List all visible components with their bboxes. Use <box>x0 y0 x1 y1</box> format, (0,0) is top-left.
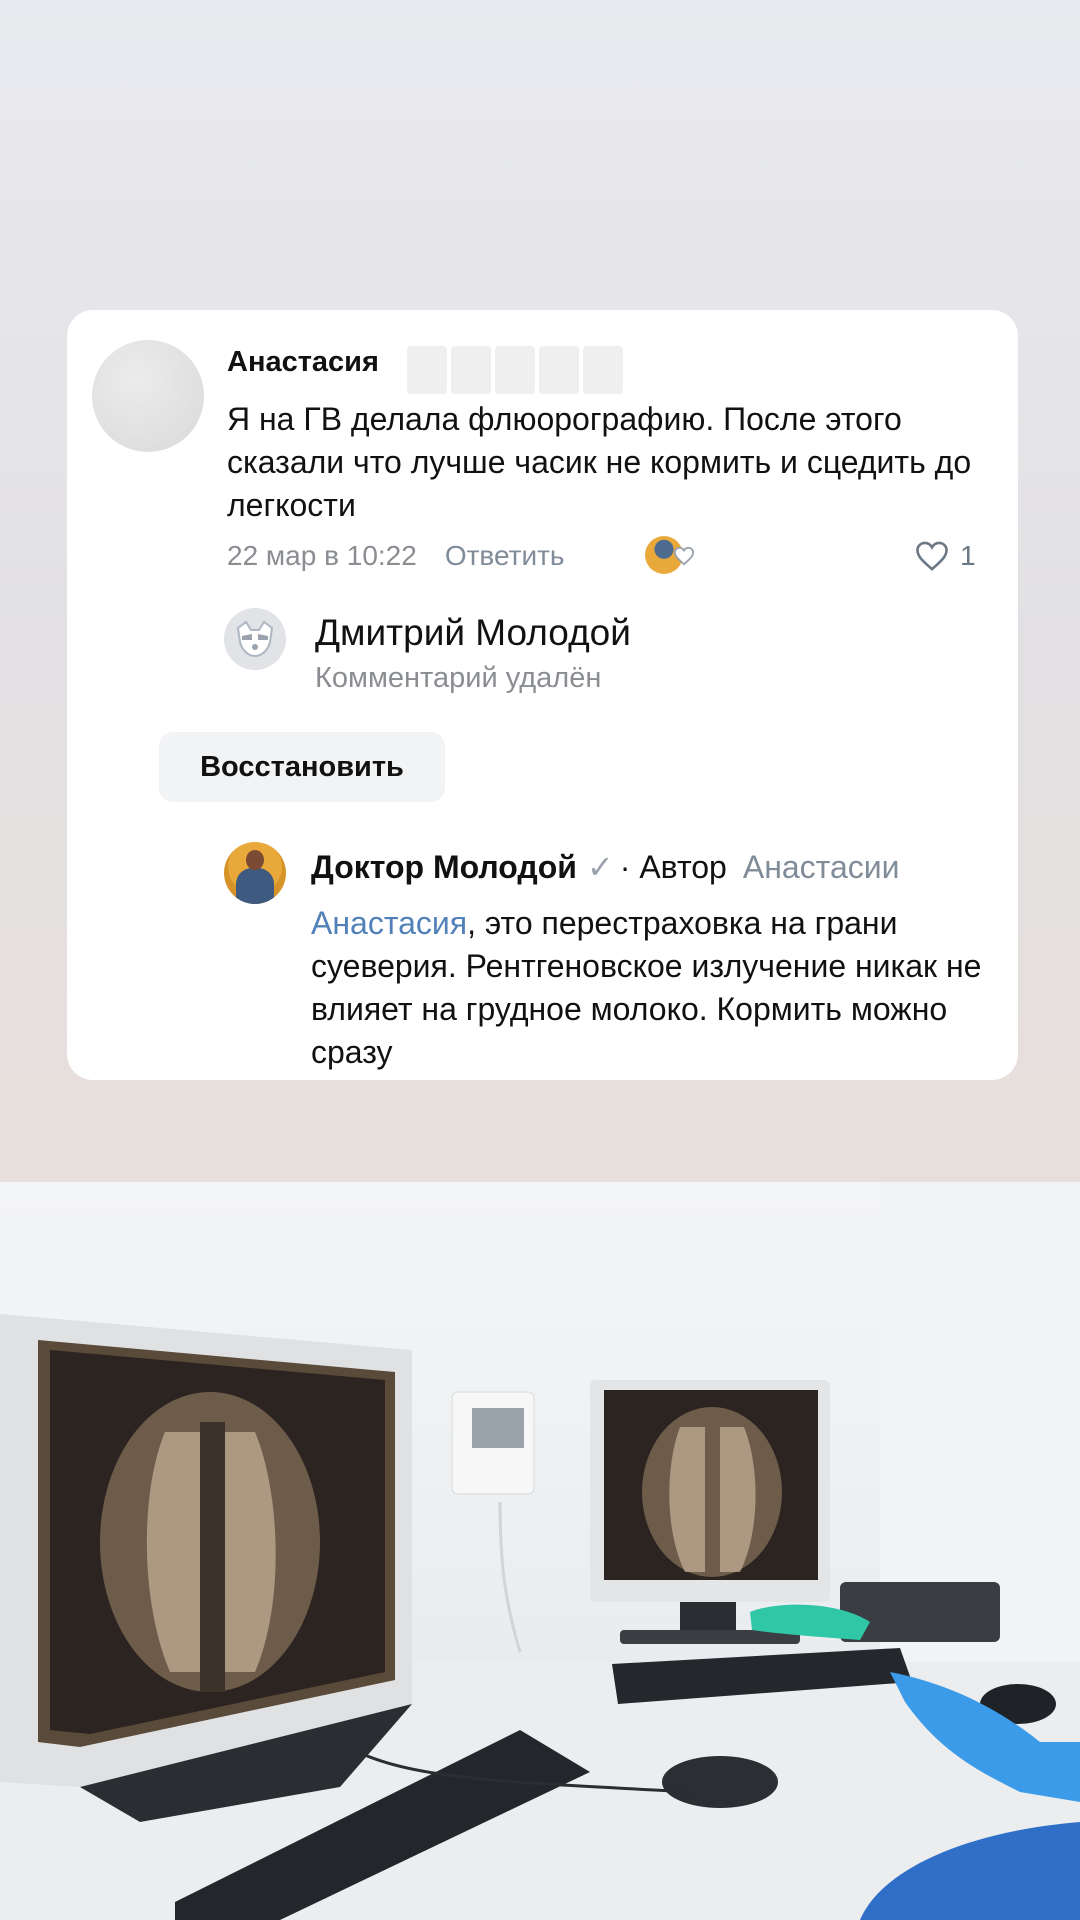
restore-button[interactable]: Восстановить <box>159 732 445 802</box>
mention-link[interactable]: Анастасия <box>311 905 467 941</box>
deleted-comment-author[interactable]: Дмитрий Молодой <box>315 612 631 654</box>
comment-text: Я на ГВ делала флюорографию. После этого… <box>227 401 972 523</box>
doctor-reply-text: Анастасия, это перестраховка на грани су… <box>311 902 1001 1074</box>
deleted-status: Комментарий удалён <box>315 662 602 694</box>
doctor-avatar[interactable] <box>224 842 286 904</box>
author-badge: · Автор <box>619 849 727 885</box>
doctor-name[interactable]: Доктор Молодой <box>311 849 577 885</box>
deleted-user-icon <box>224 608 286 670</box>
comment-card: Анастасия Я на ГВ делала флюорографию. П… <box>67 310 1018 1080</box>
comment-meta: 22 мар в 10:22 Ответить <box>227 540 565 572</box>
author-like-heart-icon <box>673 546 695 566</box>
comment-author[interactable]: Анастасия <box>227 346 379 379</box>
like-count: 1 <box>960 540 976 571</box>
avatar[interactable] <box>92 340 204 452</box>
reply-button[interactable]: Ответить <box>445 540 565 571</box>
redacted-surname <box>407 346 623 394</box>
reply-target[interactable]: Анастасии <box>743 849 900 885</box>
verified-icon: ✓ <box>586 849 614 885</box>
like-heart-icon[interactable] <box>914 540 950 572</box>
xray-room-photo <box>0 1182 1080 1920</box>
comment-date: 22 мар в 10:22 <box>227 540 417 571</box>
doctor-header: Доктор Молодой ✓ · Автор Анастасии <box>311 848 900 886</box>
